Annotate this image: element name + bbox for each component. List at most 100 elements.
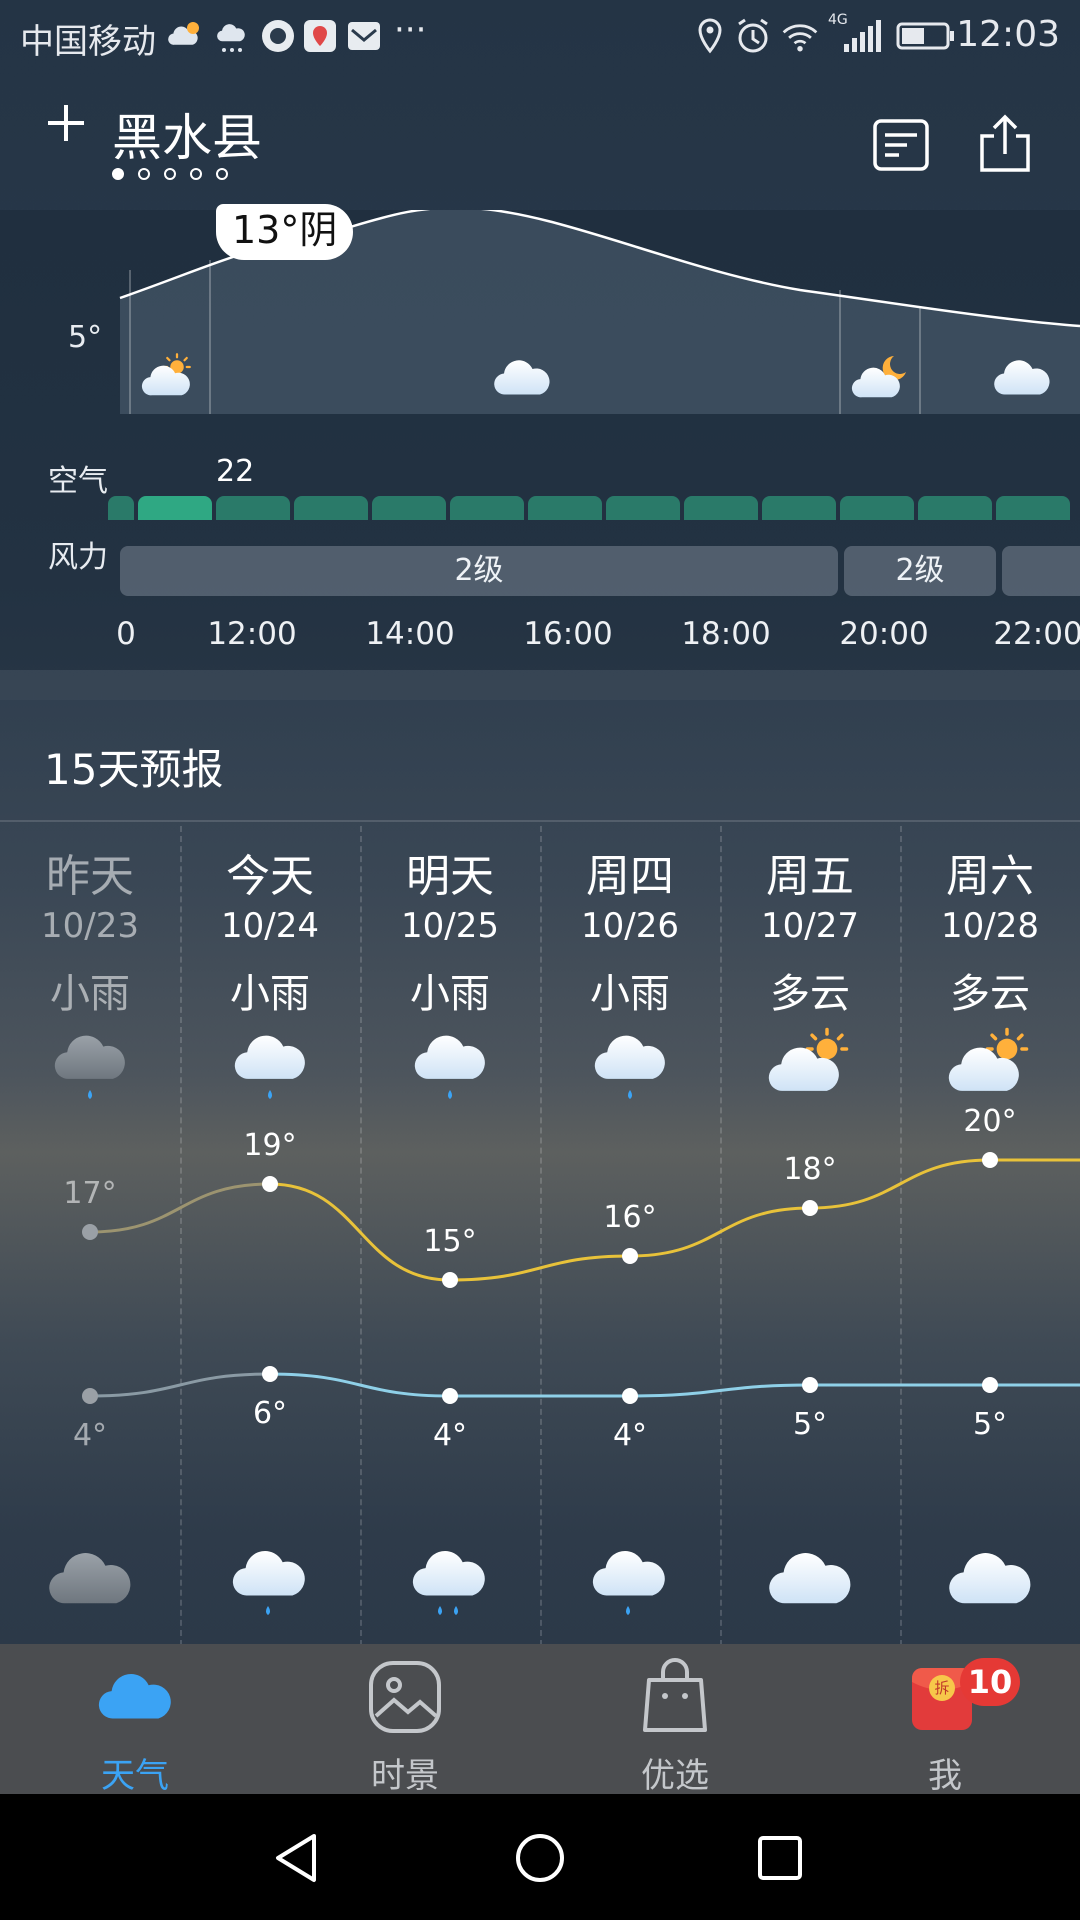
day-condition: 小雨 (230, 971, 310, 1017)
weather-notification-icon (168, 22, 199, 45)
temperature-lines (82, 1152, 1080, 1404)
temperature-point (982, 1152, 998, 1168)
low-temp-label: 5° (972, 1407, 1008, 1442)
back-button[interactable] (272, 1832, 322, 1884)
hourly-forecast[interactable]: 13°阴 5° 空气 22 风力 2级 2级 0 12:00 14:00 16:… (0, 204, 1080, 670)
divider (0, 820, 1080, 822)
cloudy-icon (494, 360, 550, 395)
photo-icon (369, 1661, 441, 1733)
light-rain-icon (414, 1035, 485, 1099)
temperature-point (622, 1248, 638, 1264)
home-button[interactable] (514, 1832, 566, 1884)
location-icon (698, 18, 722, 54)
low-temp-line (89, 1372, 271, 1398)
alarm-icon (738, 18, 768, 53)
hour-label: 22:00 (993, 616, 1080, 652)
temperature-point (442, 1388, 458, 1404)
day-column-friday[interactable]: 周五 10/27 多云 (720, 850, 900, 1018)
air-quality-label: 空气 (48, 464, 108, 499)
battery-icon (896, 22, 954, 50)
light-rain-icon (234, 1035, 305, 1099)
temperature-point (802, 1200, 818, 1216)
air-quality-segment (138, 496, 212, 520)
air-quality-segment (762, 496, 836, 520)
rain-notification-icon (217, 24, 245, 52)
day-condition: 多云 (770, 971, 850, 1017)
low-temp-label: 4° (432, 1418, 468, 1453)
air-quality-segment (684, 496, 758, 520)
mail-notification-icon (348, 22, 380, 50)
day-condition: 小雨 (590, 971, 670, 1017)
partly-cloudy-icon (948, 1027, 1029, 1091)
tab-label: 优选 (641, 1756, 709, 1796)
day-date: 10/24 (221, 906, 319, 946)
city-name[interactable]: 黑水县 (112, 98, 262, 170)
high-temp-label: 15° (423, 1224, 477, 1259)
temperature-point (442, 1272, 458, 1288)
cloud-icon (98, 1674, 171, 1719)
day-condition: 小雨 (50, 971, 130, 1017)
tab-selection[interactable]: 优选 (540, 1644, 810, 1796)
low-temp-label: 5° (792, 1407, 828, 1442)
map-notification-icon (304, 20, 336, 52)
day-name: 周四 (586, 851, 674, 902)
day-column-today[interactable]: 今天 10/24 小雨 (180, 850, 360, 1018)
temperature-point (622, 1388, 638, 1404)
wind-segment: 2级 (120, 546, 838, 596)
carrier-name: 中国移动 (20, 22, 156, 62)
day-date: 10/25 (401, 906, 499, 946)
air-quality-segment (450, 496, 524, 520)
temperature-point (982, 1377, 998, 1393)
day-column-saturday[interactable]: 周六 10/28 多云 (900, 850, 1080, 1018)
cloudy-icon (49, 1553, 131, 1604)
day-date: 10/28 (941, 906, 1039, 946)
day-name: 今天 (226, 851, 314, 902)
wifi-icon (782, 24, 818, 52)
wind-segment: 2级 (844, 546, 996, 596)
hour-label: 12:00 (207, 616, 297, 652)
light-rain-icon (54, 1035, 125, 1099)
low-temp-line (269, 1372, 1080, 1398)
tab-scenery[interactable]: 时景 (270, 1644, 540, 1796)
forecast-title: 15天预报 (44, 745, 224, 794)
day-column-tomorrow[interactable]: 明天 10/25 小雨 (360, 850, 540, 1018)
system-navigation-bar (0, 1794, 1080, 1920)
cloudy-icon (994, 360, 1050, 395)
high-temp-line (269, 1158, 1080, 1282)
plus-icon (48, 105, 84, 141)
page-dot (164, 168, 176, 180)
daily-forecast[interactable]: 15天预报 昨天 10/23 小雨 今天 10/24 小雨 明天 10/25 小… (0, 700, 1080, 1646)
page-indicator (112, 168, 228, 180)
browser-notification-icon (262, 20, 294, 52)
svg-text:拆: 拆 (934, 1679, 949, 1697)
air-quality-segment (840, 496, 914, 520)
tab-weather[interactable]: 天气 (0, 1644, 270, 1796)
wind-label: 风力 (48, 540, 108, 575)
news-list-button[interactable] (870, 114, 932, 176)
day-name: 昨天 (46, 851, 134, 902)
hour-label: 18:00 (681, 616, 771, 652)
light-rain-icon (232, 1551, 305, 1615)
temperature-point (802, 1377, 818, 1393)
cloudy-icon (949, 1553, 1031, 1604)
high-temp-label: 20° (963, 1104, 1017, 1139)
day-name: 明天 (406, 851, 494, 902)
tab-me[interactable]: 拆 我 (810, 1644, 1080, 1796)
tab-label: 我 (928, 1756, 962, 1796)
day-column-thursday[interactable]: 周四 10/26 小雨 (540, 850, 720, 1018)
high-temp-line (89, 1182, 271, 1234)
recents-button[interactable] (756, 1834, 804, 1882)
temperature-chart (82, 1152, 1080, 1404)
hour-label: 0 (116, 616, 136, 652)
day-date: 10/27 (761, 906, 859, 946)
high-temp-label: 18° (783, 1152, 837, 1187)
day-condition: 多云 (950, 971, 1030, 1017)
day-column-yesterday[interactable]: 昨天 10/23 小雨 (0, 850, 180, 1018)
add-city-button[interactable] (44, 101, 88, 157)
light-rain-icon (592, 1551, 665, 1615)
moderate-rain-icon (412, 1551, 485, 1615)
share-button[interactable] (974, 114, 1036, 176)
tab-label: 天气 (101, 1756, 169, 1796)
bottom-tab-bar: 天气 时景 优选 拆 我 (0, 1644, 1080, 1796)
low-temp-label: 4° (612, 1418, 648, 1453)
